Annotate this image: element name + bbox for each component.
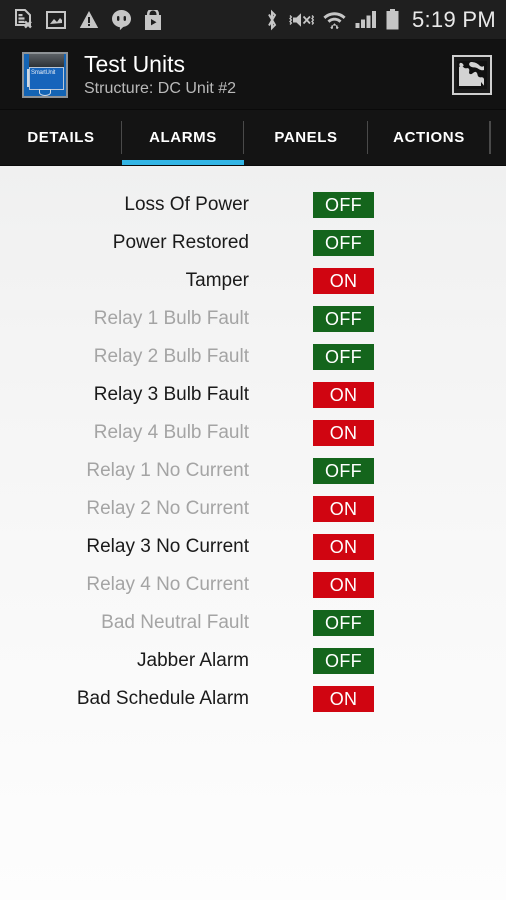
alarm-row[interactable]: Relay 2 Bulb Fault OFF [0, 338, 506, 376]
status-bar-notification-icons [14, 9, 162, 30]
volume-mute-vibrate-icon [288, 10, 314, 30]
alarm-row[interactable]: Relay 1 No Current OFF [0, 452, 506, 490]
alarm-status-badge[interactable]: ON [313, 420, 374, 446]
tab-panels[interactable]: PANELS [244, 110, 368, 165]
alarm-status-badge[interactable]: ON [313, 686, 374, 712]
alarm-label: Relay 2 Bulb Fault [93, 346, 249, 367]
tab-details-label: DETAILS [27, 129, 95, 146]
play-store-icon [144, 9, 162, 30]
map-world-icon[interactable] [452, 54, 492, 95]
alarm-status-badge[interactable]: ON [313, 268, 374, 294]
alarm-label: Relay 2 No Current [86, 498, 249, 519]
warning-triangle-icon [79, 10, 99, 29]
alarm-label: Relay 4 No Current [86, 574, 249, 595]
alarm-label: Jabber Alarm [137, 650, 249, 671]
app-logo-icon[interactable]: SmartUnit [22, 51, 68, 98]
app-root: 5:19 PM SmartUnit Test Units Structure: … [0, 0, 506, 900]
app-header-titles: Test Units Structure: DC Unit #2 [84, 51, 236, 99]
hangouts-chat-icon [112, 9, 131, 30]
alarm-status-badge[interactable]: OFF [313, 458, 374, 484]
alarm-list: Loss Of Power OFF Power Restored OFF Tamper O… [0, 186, 506, 718]
tab-actions[interactable]: ACTIONS [368, 110, 490, 165]
alarm-label: Tamper [185, 270, 249, 291]
app-header: SmartUnit Test Units Structure: DC Unit … [0, 40, 506, 110]
alarm-status-badge[interactable]: OFF [313, 230, 374, 256]
alarm-label: Relay 1 No Current [86, 460, 249, 481]
alarm-status-badge[interactable]: OFF [313, 610, 374, 636]
alarm-status-badge[interactable]: ON [313, 382, 374, 408]
tab-edge-divider [490, 121, 491, 154]
alarm-label: Relay 3 Bulb Fault [93, 384, 249, 405]
alarm-status-badge[interactable]: ON [313, 572, 374, 598]
alarm-row[interactable]: Relay 3 No Current ON [0, 528, 506, 566]
alarm-label: Power Restored [112, 232, 249, 253]
status-bar-system-icons: 5:19 PM [265, 7, 496, 33]
tab-details[interactable]: DETAILS [0, 110, 122, 165]
alarm-row[interactable]: Tamper ON [0, 262, 506, 300]
battery-icon [386, 9, 399, 30]
screenshot-image-icon [46, 10, 66, 30]
alarm-status-badge[interactable]: ON [313, 534, 374, 560]
alarm-status-badge[interactable]: OFF [313, 344, 374, 370]
status-bar: 5:19 PM [0, 0, 506, 40]
alarm-row[interactable]: Jabber Alarm OFF [0, 642, 506, 680]
alarm-label: Relay 4 Bulb Fault [93, 422, 249, 443]
page-title: Test Units [84, 50, 185, 77]
sim-card-error-icon [14, 9, 33, 30]
alarm-row[interactable]: Relay 3 Bulb Fault ON [0, 376, 506, 414]
alarm-label: Relay 3 No Current [86, 536, 249, 557]
alarm-label: Loss Of Power [124, 194, 249, 215]
tab-bar: DETAILS ALARMS PANELS ACTIONS [0, 110, 506, 166]
alarm-row[interactable]: Bad Schedule Alarm ON [0, 680, 506, 718]
active-tab-indicator [122, 160, 244, 165]
alarm-status-badge[interactable]: OFF [313, 192, 374, 218]
alarm-label: Relay 1 Bulb Fault [93, 308, 249, 329]
alarm-row[interactable]: Loss Of Power OFF [0, 186, 506, 224]
wifi-icon [323, 9, 346, 30]
cellular-signal-icon [355, 10, 377, 29]
alarm-status-badge[interactable]: OFF [313, 648, 374, 674]
app-logo-label: SmartUnit [31, 69, 55, 76]
alarm-row[interactable]: Relay 4 Bulb Fault ON [0, 414, 506, 452]
bluetooth-icon [265, 9, 279, 31]
tab-alarms[interactable]: ALARMS [122, 110, 244, 165]
alarm-label: Bad Schedule Alarm [76, 688, 249, 709]
tab-panels-label: PANELS [274, 129, 338, 146]
alarm-row[interactable]: Relay 4 No Current ON [0, 566, 506, 604]
alarm-row[interactable]: Relay 1 Bulb Fault OFF [0, 300, 506, 338]
alarm-row[interactable]: Power Restored OFF [0, 224, 506, 262]
alarm-label: Bad Neutral Fault [101, 612, 249, 633]
tab-alarms-label: ALARMS [149, 129, 217, 146]
alarm-row[interactable]: Bad Neutral Fault OFF [0, 604, 506, 642]
alarms-panel: Loss Of Power OFF Power Restored OFF Tamper O… [0, 166, 506, 900]
alarm-status-badge[interactable]: OFF [313, 306, 374, 332]
tab-actions-label: ACTIONS [393, 129, 465, 146]
alarm-status-badge[interactable]: ON [313, 496, 374, 522]
status-bar-clock: 5:19 PM [411, 6, 496, 32]
page-subtitle: Structure: DC Unit #2 [84, 79, 237, 97]
alarm-row[interactable]: Relay 2 No Current ON [0, 490, 506, 528]
